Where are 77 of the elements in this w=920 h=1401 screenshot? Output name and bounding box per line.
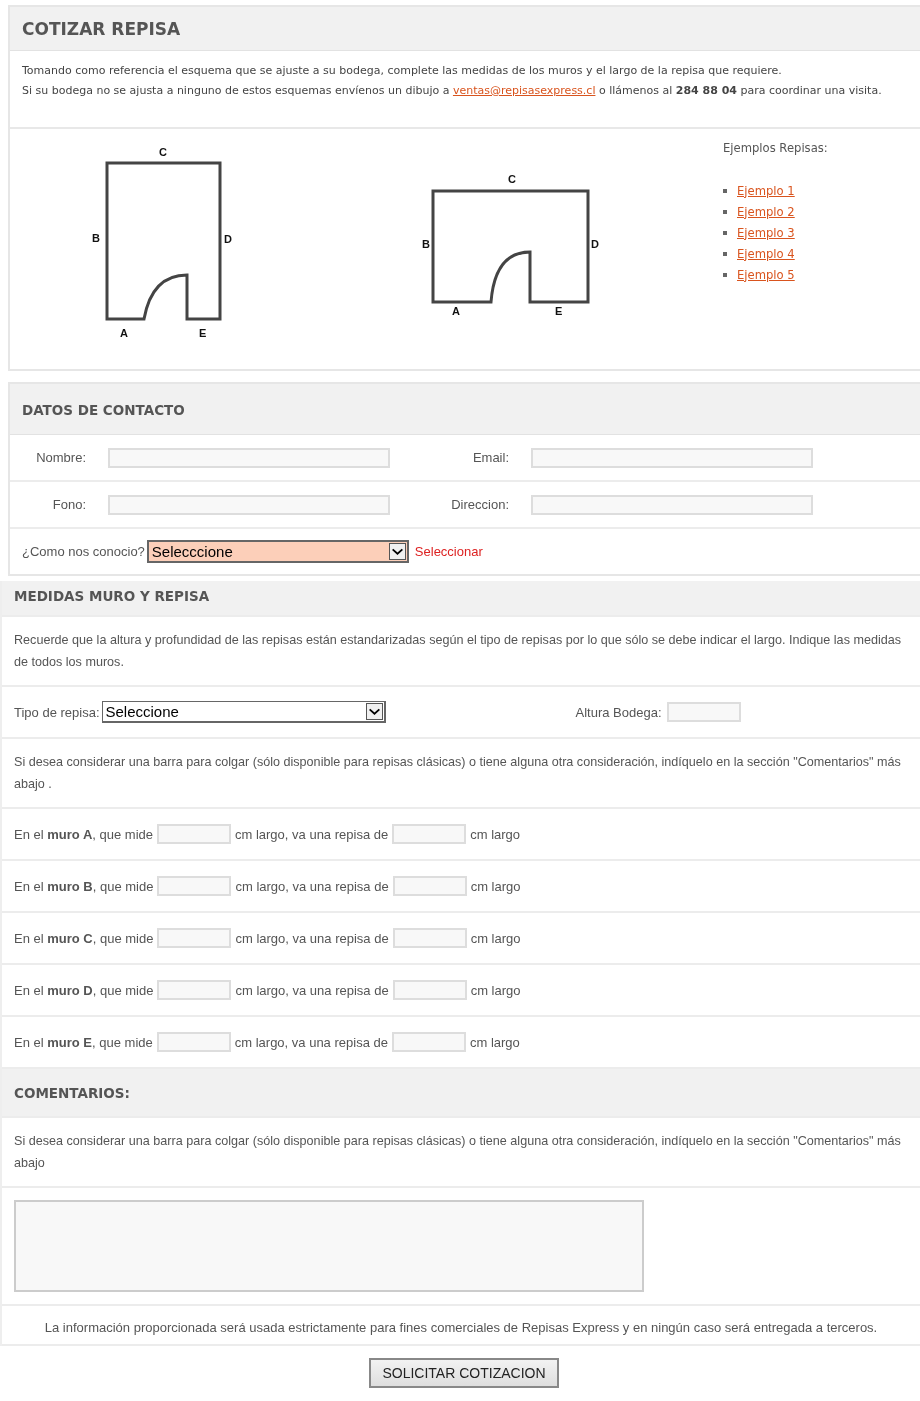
wall-label: B bbox=[92, 232, 100, 244]
error-message: Seleccionar bbox=[414, 544, 483, 559]
intro-text: Tomando como referencia el esquema que se ajuste a su bodega, complete las medidas de los muros y el largo de la repisa que requiere. bbox=[22, 63, 783, 79]
wall-label: E bbox=[199, 327, 207, 339]
wall-label-text: cm largo bbox=[470, 826, 521, 842]
example-link[interactable]: Ejemplo 5 bbox=[737, 267, 795, 282]
field-label: Direccion: bbox=[450, 497, 510, 512]
input-field[interactable] bbox=[157, 876, 232, 896]
field-label: Altura Bodega: bbox=[575, 704, 662, 720]
example-link[interactable]: Ejemplo 4 bbox=[737, 246, 795, 261]
input-field[interactable] bbox=[108, 494, 390, 515]
wall-label-text: cm largo, va una repisa de bbox=[235, 878, 389, 894]
comment-field[interactable] bbox=[14, 1200, 644, 1292]
wall-label: D bbox=[224, 233, 232, 245]
example-link[interactable]: Ejemplo 2 bbox=[737, 204, 795, 219]
input-field[interactable] bbox=[391, 1032, 466, 1052]
bullet-icon bbox=[723, 272, 727, 277]
input-field[interactable] bbox=[157, 980, 232, 1000]
wall-label-text: cm largo, va una repisa de bbox=[235, 982, 389, 998]
wall-label-text: cm largo bbox=[470, 878, 521, 894]
caret-icon bbox=[388, 543, 406, 560]
intro-text: o llámenos al 284 88 04 para coordinar una visita. bbox=[598, 84, 882, 97]
field-label: Fono: bbox=[51, 497, 87, 512]
example-link[interactable]: Ejemplo 3 bbox=[737, 225, 795, 240]
privacy-text: La información proporcionada será usada estrictamente para fines comerciales de Repisas Express y en ningún caso será entregada a terceros. bbox=[2, 1304, 920, 1346]
input-field[interactable] bbox=[392, 876, 467, 896]
wall-label-text: En el muro D, que mide bbox=[14, 982, 154, 998]
section-title: DATOS DE CONTACTO bbox=[10, 384, 920, 435]
section-title: COMENTARIOS: bbox=[2, 1067, 920, 1116]
wall-label: C bbox=[508, 173, 516, 185]
field-label: ¿Como nos conocio? bbox=[22, 544, 145, 559]
section-title: COTIZAR REPISA bbox=[10, 7, 920, 51]
bullet-icon bbox=[723, 209, 727, 214]
input-field[interactable] bbox=[666, 702, 741, 722]
intro-text: Si su bodega no se ajusta a ninguno de estos esquemas envíenos un dibujo a bbox=[22, 84, 450, 97]
input-field[interactable] bbox=[157, 928, 232, 948]
note-text: Recuerde que la altura y profundidad de las repisas están estandarizadas según el tipo de repisas por lo que sólo se debe indicar el largo. Indique las medidas de todos los muros. bbox=[2, 615, 920, 685]
wall-label-text: cm largo bbox=[470, 930, 521, 946]
wall-label: A bbox=[452, 305, 460, 317]
wall-label: C bbox=[159, 146, 167, 158]
input-field[interactable] bbox=[531, 447, 813, 468]
wall-label-text: En el muro B, que mide bbox=[14, 878, 154, 894]
wall-label-text: En el muro C, que mide bbox=[14, 930, 154, 946]
caret-icon bbox=[365, 703, 383, 720]
wall-label-text: cm largo, va una repisa de bbox=[234, 1034, 388, 1050]
wall-label: D bbox=[591, 238, 599, 250]
field-label: Tipo de repisa: bbox=[14, 704, 100, 720]
wall-label-text: En el muro A, que mide bbox=[14, 826, 153, 842]
bullet-icon bbox=[723, 230, 727, 235]
dropdown[interactable]: Selecccione bbox=[146, 540, 409, 563]
input-field[interactable] bbox=[531, 494, 813, 515]
bullet-icon bbox=[723, 251, 727, 256]
example-link[interactable]: Ejemplo 1 bbox=[737, 183, 795, 198]
input-field[interactable] bbox=[392, 928, 467, 948]
wall-label-text: cm largo, va una repisa de bbox=[235, 826, 389, 842]
note-text: Si desea considerar una barra para colgar (sólo disponible para repisas clásicas) o tiene alguna otra consideración, indíquelo en la sección "Comentarios" más abajo bbox=[2, 1116, 920, 1186]
section-title: MEDIDAS MURO Y REPISA bbox=[2, 581, 920, 615]
field-label: Email: bbox=[471, 450, 510, 465]
wall-label-text: cm largo bbox=[469, 1034, 520, 1050]
input-field[interactable] bbox=[392, 824, 467, 844]
input-field[interactable] bbox=[156, 1032, 231, 1052]
field-label: Nombre: bbox=[35, 450, 87, 465]
input-field[interactable] bbox=[157, 824, 231, 844]
wall-label-text: cm largo, va una repisa de bbox=[235, 930, 389, 946]
input-field[interactable] bbox=[392, 980, 467, 1000]
bullet-icon bbox=[723, 188, 727, 193]
email-link[interactable]: ventas@repisasexpress.cl bbox=[452, 84, 596, 97]
wall-label-text: En el muro E, que mide bbox=[14, 1034, 153, 1050]
wall-label: A bbox=[120, 327, 128, 339]
wall-label: B bbox=[422, 238, 430, 250]
input-field[interactable] bbox=[108, 447, 390, 468]
submit-button[interactable]: SOLICITAR COTIZACION bbox=[369, 1358, 559, 1388]
note-text: Si desea considerar una barra para colgar (sólo disponible para repisas clásicas) o tiene alguna otra consideración, indíquelo en la sección "Comentarios" más abajo . bbox=[2, 737, 920, 807]
wall-label: E bbox=[555, 305, 563, 317]
wall-label-text: cm largo bbox=[470, 982, 521, 998]
dropdown[interactable]: Seleccione bbox=[101, 701, 386, 723]
examples-title: Ejemplos Repisas: bbox=[723, 141, 828, 155]
